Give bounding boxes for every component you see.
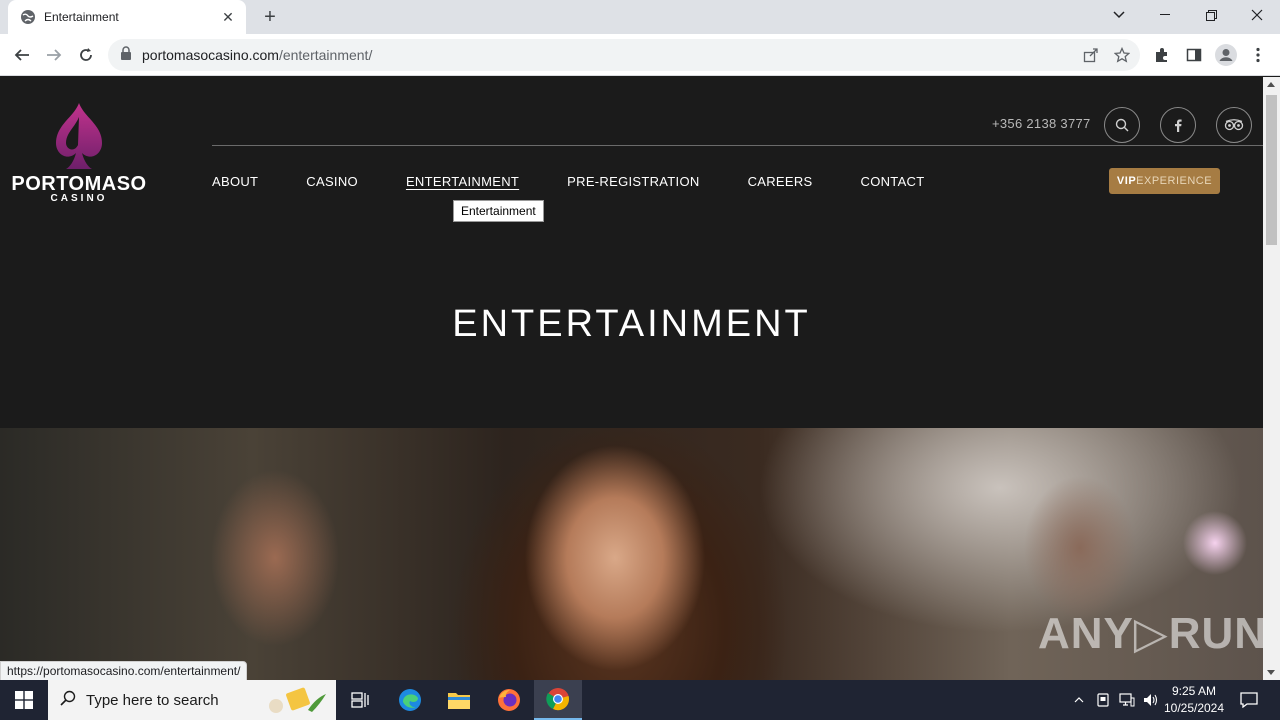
- extensions-puzzle-icon[interactable]: [1148, 41, 1176, 69]
- search-icon[interactable]: [1104, 107, 1140, 143]
- facebook-icon[interactable]: [1160, 107, 1196, 143]
- page-scrollbar[interactable]: [1263, 77, 1280, 680]
- tray-chevron-icon[interactable]: [1068, 680, 1090, 720]
- link-status-bar: https://portomasocasino.com/entertainmen…: [0, 661, 248, 681]
- browser-tab[interactable]: Entertainment ✕: [8, 0, 246, 34]
- lock-icon[interactable]: [120, 45, 132, 65]
- tripadvisor-icon[interactable]: [1216, 107, 1252, 143]
- reload-icon[interactable]: [72, 41, 100, 69]
- edge-browser-icon[interactable]: [386, 680, 434, 720]
- side-panel-icon[interactable]: [1180, 41, 1208, 69]
- volume-icon[interactable]: [1140, 680, 1162, 720]
- windows-start-icon[interactable]: [0, 680, 48, 720]
- windows-taskbar: Type here to search 9:25 AM 10/25/2024: [0, 680, 1280, 720]
- url-domain: portomasocasino.com: [142, 47, 279, 63]
- clock-time: 9:25 AM: [1171, 684, 1217, 698]
- tab-title: Entertainment: [44, 10, 119, 24]
- taskbar-clock[interactable]: 9:25 AM 10/25/2024: [1160, 683, 1228, 717]
- profile-avatar-icon[interactable]: [1212, 41, 1240, 69]
- clock-date: 10/25/2024: [1163, 701, 1225, 715]
- search-placeholder: Type here to search: [86, 691, 219, 709]
- firefox-icon[interactable]: [485, 680, 533, 720]
- nav-pre-registration[interactable]: PRE-REGISTRATION: [567, 174, 699, 189]
- chrome-icon[interactable]: [534, 680, 582, 720]
- close-tab-icon[interactable]: ✕: [220, 9, 236, 25]
- logo-sub-text: CASINO: [50, 193, 108, 204]
- notification-center-icon[interactable]: [1234, 680, 1264, 720]
- new-tab-button[interactable]: +: [258, 5, 282, 29]
- page-title: ENTERTAINMENT: [452, 303, 811, 345]
- meet-now-icon[interactable]: [1092, 680, 1114, 720]
- address-bar[interactable]: portomasocasino.com/entertainment/: [108, 39, 1140, 71]
- scrollbar-thumb[interactable]: [1266, 95, 1277, 245]
- scroll-down-arrow-icon[interactable]: [1267, 670, 1275, 675]
- kebab-menu-icon[interactable]: [1244, 41, 1272, 69]
- site-logo[interactable]: PORTOMASO CASINO: [6, 99, 152, 209]
- back-arrow-icon[interactable]: [8, 41, 36, 69]
- search-highlight-icon: [264, 686, 330, 719]
- tab-strip: Entertainment ✕ +: [0, 0, 1280, 34]
- nav-contact[interactable]: CONTACT: [861, 174, 925, 189]
- browser-toolbar: portomasocasino.com/entertainment/: [0, 34, 1280, 76]
- nav-about[interactable]: ABOUT: [212, 174, 258, 189]
- experience-label: EXPERIENCE: [1136, 175, 1213, 187]
- page-viewport: PORTOMASO CASINO +356 2138 3777 ABOUT CA…: [0, 77, 1263, 680]
- scroll-up-arrow-icon[interactable]: [1267, 82, 1275, 87]
- anyrun-watermark: ANY▷RUN: [1038, 609, 1268, 658]
- phone-number[interactable]: +356 2138 3777: [992, 116, 1091, 131]
- taskbar-search-box[interactable]: Type here to search: [48, 680, 336, 720]
- nav-entertainment[interactable]: ENTERTAINMENT: [406, 174, 519, 189]
- minimize-button[interactable]: [1142, 0, 1188, 30]
- bookmark-star-icon[interactable]: [1113, 46, 1131, 64]
- globe-icon: [20, 9, 36, 25]
- task-view-icon[interactable]: [336, 680, 384, 720]
- restore-button[interactable]: [1188, 0, 1234, 30]
- forward-arrow-icon[interactable]: [40, 41, 68, 69]
- close-window-button[interactable]: [1234, 0, 1280, 30]
- header-divider: [212, 145, 1263, 146]
- nav-casino[interactable]: CASINO: [306, 174, 358, 189]
- vip-experience-button[interactable]: VIP EXPERIENCE: [1109, 168, 1220, 194]
- search-magnifier-icon: [60, 690, 76, 711]
- share-icon[interactable]: [1082, 46, 1100, 64]
- tab-search-icon[interactable]: [1096, 0, 1142, 30]
- vip-label: VIP: [1116, 175, 1137, 187]
- file-explorer-icon[interactable]: [435, 680, 483, 720]
- network-icon[interactable]: [1116, 680, 1138, 720]
- url-path: /entertainment/: [278, 47, 373, 63]
- main-nav: ABOUT CASINO ENTERTAINMENT PRE-REGISTRAT…: [212, 174, 972, 189]
- nav-careers[interactable]: CAREERS: [748, 174, 813, 189]
- nav-tooltip: Entertainment: [453, 200, 544, 222]
